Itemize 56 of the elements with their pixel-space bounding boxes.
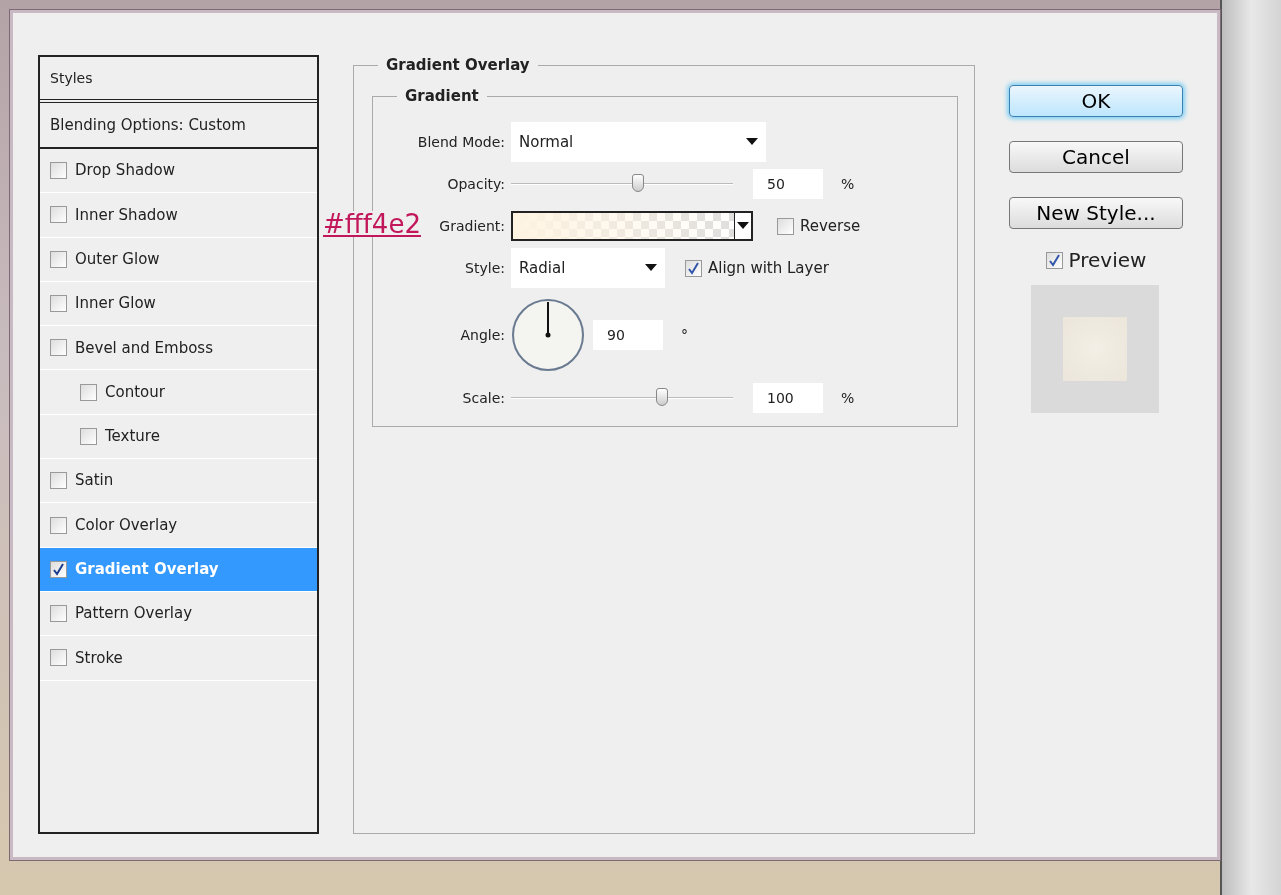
- list-item[interactable]: Pattern Overlay: [40, 591, 317, 637]
- caret-icon: [645, 264, 657, 272]
- number-field[interactable]: 50: [753, 169, 823, 199]
- list-item[interactable]: Outer Glow: [40, 237, 317, 282]
- slider-thumb[interactable]: [655, 388, 668, 406]
- checkbox[interactable]: [50, 206, 67, 224]
- field-label: Blend Mode:: [416, 132, 506, 152]
- number-field[interactable]: 90: [593, 320, 663, 350]
- list-item[interactable]: Contour: [40, 370, 317, 415]
- field-label: Style:: [464, 258, 506, 278]
- checkbox[interactable]: [50, 516, 67, 534]
- list-item[interactable]: Stroke: [40, 636, 317, 681]
- field-label: Angle:: [459, 325, 506, 345]
- checkbox[interactable]: [50, 605, 67, 623]
- checkbox[interactable]: [1045, 251, 1063, 269]
- checkbox[interactable]: [50, 472, 67, 490]
- checkbox[interactable]: [50, 339, 67, 357]
- checkbox[interactable]: [80, 427, 97, 445]
- angle-dial[interactable]: [511, 298, 585, 372]
- preview-swatch: [1063, 317, 1127, 381]
- checkbox[interactable]: [50, 649, 67, 667]
- color-annotation: #fff4e2: [322, 211, 422, 237]
- list-header: Styles: [40, 57, 317, 103]
- list-item[interactable]: Blending Options: Custom: [40, 103, 317, 149]
- checkbox[interactable]: [50, 560, 67, 578]
- list-item[interactable]: Satin: [40, 459, 317, 504]
- unit-label: %: [841, 388, 855, 408]
- style-dropdown[interactable]: Radial: [511, 248, 665, 288]
- checkbox-label: Reverse: [800, 215, 861, 237]
- list-item[interactable]: Texture: [40, 414, 317, 460]
- checkbox[interactable]: [685, 259, 702, 277]
- checkbox-label: Preview: [1068, 247, 1147, 274]
- list-item[interactable]: Inner Glow: [40, 281, 317, 327]
- caret-icon: [746, 138, 758, 146]
- field-label: Scale:: [461, 388, 506, 408]
- unit-label: %: [841, 174, 855, 194]
- checkbox-label: Align with Layer: [708, 257, 829, 279]
- dialog-button[interactable]: Cancel: [1009, 141, 1183, 173]
- checkbox[interactable]: [80, 383, 97, 401]
- gradient-swatch[interactable]: [511, 211, 753, 241]
- list-item[interactable]: Drop Shadow: [40, 149, 317, 194]
- blend-mode-dropdown[interactable]: Normal: [511, 122, 766, 162]
- dialog-button[interactable]: New Style...: [1009, 197, 1183, 229]
- list-item[interactable]: Inner Shadow: [40, 193, 317, 238]
- number-field[interactable]: 100: [753, 383, 823, 413]
- list-item[interactable]: Color Overlay: [40, 503, 317, 548]
- checkbox[interactable]: [50, 295, 67, 313]
- checkbox[interactable]: [50, 250, 67, 268]
- unit-label: °: [681, 325, 688, 345]
- checkbox[interactable]: [50, 162, 67, 180]
- field-label: Opacity:: [446, 174, 506, 194]
- dialog-button[interactable]: OK: [1009, 85, 1183, 117]
- caret-icon: [737, 222, 749, 230]
- checkbox[interactable]: [777, 217, 794, 235]
- list-item[interactable]: Bevel and Emboss: [40, 326, 317, 371]
- slider-thumb[interactable]: [631, 174, 644, 192]
